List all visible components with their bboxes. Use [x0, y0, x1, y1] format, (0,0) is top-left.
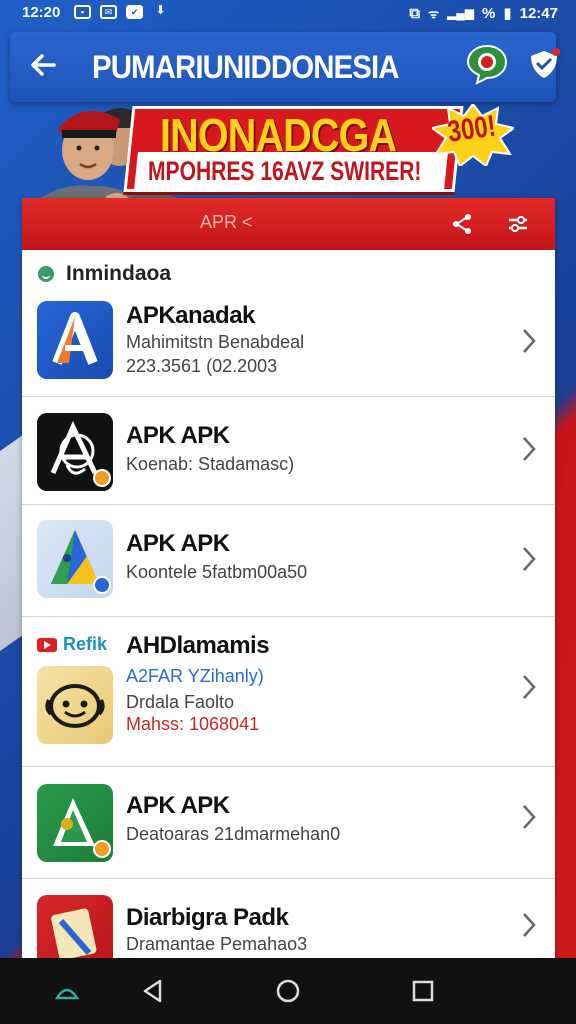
share-icon[interactable]	[450, 212, 474, 236]
notification-icon: ▪	[74, 5, 91, 19]
assistant-icon[interactable]	[52, 976, 82, 1006]
system-nav-bar	[0, 958, 576, 1024]
category-label: Refik	[63, 634, 108, 654]
section-dot-icon	[38, 266, 54, 282]
chevron-right-icon	[523, 547, 536, 571]
apk-graffiti-icon	[37, 413, 113, 491]
app-detail: 223.3561 (02.2003	[126, 356, 278, 376]
app-title: PUMARIUNIDDONESIA	[92, 49, 399, 85]
sliders-icon[interactable]	[506, 212, 530, 236]
app-detail: Drdala Faolto	[126, 692, 235, 712]
nav-recents-icon[interactable]	[408, 976, 438, 1006]
list-item[interactable]: APKanadak Mahimitstn Benabdeal 223.3561 …	[22, 288, 555, 397]
list-item[interactable]: APK APK Deatoaras 21dmarmehan0	[22, 766, 555, 879]
card-header: APR <	[22, 198, 555, 250]
check-icon: ✔	[126, 5, 143, 19]
apk-red-icon	[37, 895, 113, 958]
list-item[interactable]: APK APK Koontele 5fatbm00a50	[22, 504, 555, 617]
shield-notification-icon[interactable]	[526, 46, 562, 82]
app-detail: Dramantae Pemahao3	[126, 934, 308, 954]
vibrate-icon: ⧉	[409, 4, 421, 22]
app-detail: Koenab: Stadamasc)	[126, 454, 295, 474]
smiley-face-icon	[37, 666, 113, 744]
nav-back-icon[interactable]	[138, 976, 168, 1006]
section-title: Inmindaoa	[66, 262, 172, 285]
app-detail: Mahss: 1068041	[126, 714, 260, 734]
app-detail: Koontele 5fatbm00a50	[126, 562, 308, 582]
list-item[interactable]: Diarbigra Padk Dramantae Pemahao3	[22, 878, 555, 958]
nav-home-icon[interactable]	[273, 976, 303, 1006]
app-title: AHDlamamis	[126, 632, 270, 659]
message-icon: ✉	[100, 5, 117, 19]
chevron-right-icon	[523, 437, 536, 461]
badge-icon	[93, 576, 111, 594]
download-icon: ⬇	[155, 3, 166, 17]
app-title: APK APK	[126, 422, 230, 449]
battery-icon: ▮	[503, 5, 512, 22]
app-detail: A2FAR YZihanly)	[126, 666, 264, 686]
section-header: Inmindaoa	[38, 262, 171, 286]
badge-icon	[93, 469, 111, 487]
list-item[interactable]: APK APK Koenab: Stadamasc)	[22, 396, 555, 505]
chevron-right-icon	[523, 913, 536, 937]
burst-label: 300!	[445, 109, 498, 149]
status-bar: 12:20 ▪ ✉ ✔ ⬇ ⧉ ᯤ ▂▄▆ % ▮ 12:47	[0, 0, 576, 26]
badge-icon	[93, 840, 111, 858]
app-title: APKanadak	[126, 302, 255, 329]
back-arrow-icon[interactable]	[28, 50, 58, 80]
apk-a-icon	[37, 301, 113, 379]
app-detail: Deatoaras 21dmarmehan0	[126, 824, 341, 844]
battery-label: %	[482, 4, 496, 22]
apk-maps-icon	[37, 520, 113, 598]
app-title: Diarbigra Padk	[126, 904, 289, 931]
promo-subline: MPOHRES 16AVZ SWIRER!	[148, 156, 422, 186]
chevron-right-icon	[523, 675, 536, 699]
status-time: 12:20	[22, 4, 61, 21]
youtube-icon	[37, 637, 57, 652]
apk-green-icon	[37, 784, 113, 862]
chevron-right-icon	[523, 805, 536, 829]
app-title: APK APK	[126, 792, 230, 819]
chevron-right-icon	[523, 329, 536, 353]
app-list-card: APR < Inmindaoa APKanadak Mahimitstn Ben…	[22, 198, 555, 958]
list-item[interactable]: Refik AHDlamamis A2FAR YZihanly) Drdala …	[22, 616, 555, 767]
app-detail: Mahimitstn Benabdeal	[126, 332, 305, 352]
tab-apk[interactable]: APR <	[200, 212, 253, 233]
chat-bubble-icon[interactable]	[465, 42, 509, 86]
app-title: APK APK	[126, 530, 230, 557]
signal-icon: ▂▄▆	[447, 6, 475, 20]
status-clock: 12:47	[519, 4, 558, 22]
category-tag: Refik	[37, 634, 107, 655]
wifi-icon: ᯤ	[428, 6, 440, 21]
